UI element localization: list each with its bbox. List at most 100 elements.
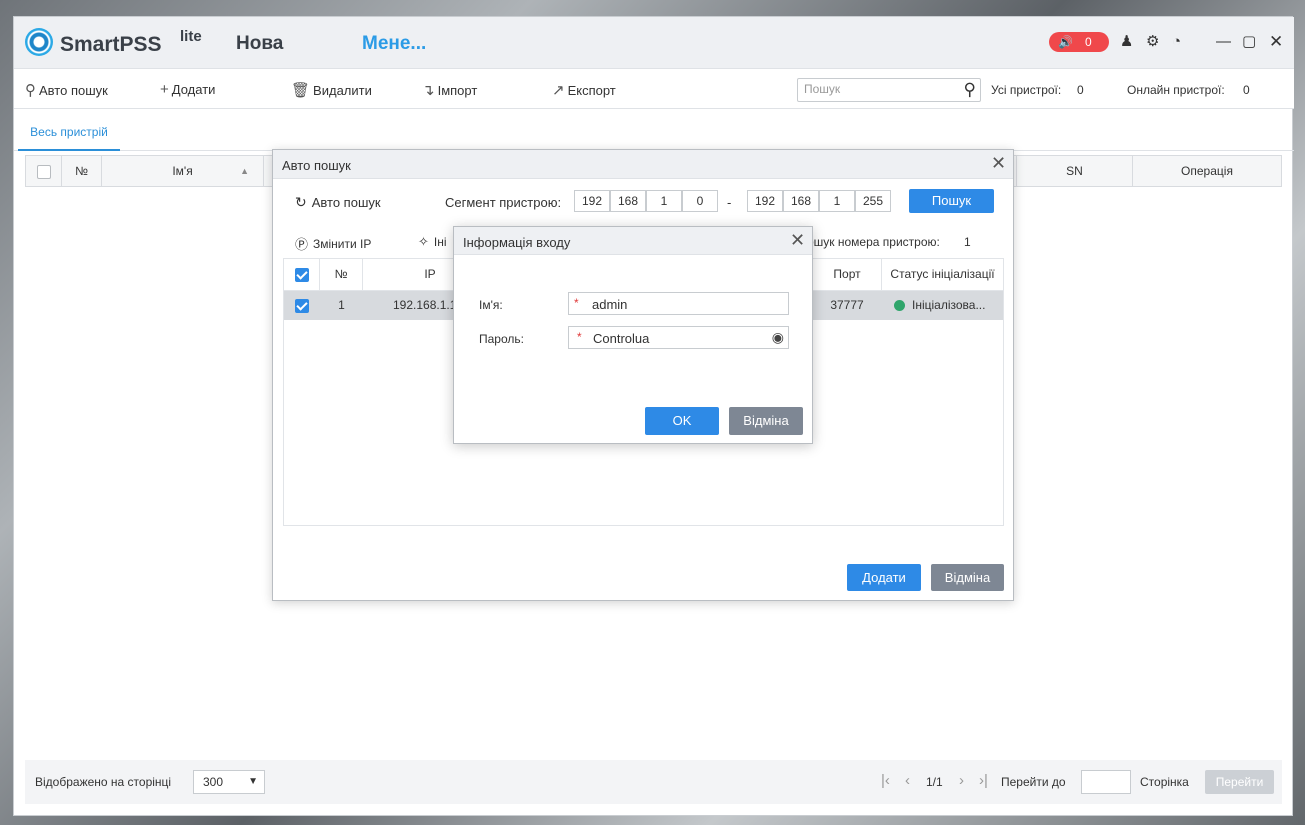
ip-from-octet-4[interactable]: 0 (682, 190, 718, 212)
refresh-search-button[interactable]: ↻ Авто пошук (295, 194, 381, 211)
speaker-icon: 🔊 (1058, 35, 1073, 49)
segment-label: Сегмент пристрою: (445, 195, 562, 210)
initialize-icon: ✧ (418, 234, 429, 249)
column-no: № (62, 156, 102, 186)
password-value: Controlua (593, 331, 650, 346)
per-page-select[interactable]: 300 ▼ (193, 770, 265, 794)
toolbar: ⚲ Авто пошук + Додати 🗑 Видалити ↴ Імпор… (14, 69, 1294, 109)
gear-icon[interactable]: ⚙ (1146, 34, 1159, 50)
results-column-port: Порт (812, 259, 882, 290)
login-info-dialog: Інформація входу ✕ Ім'я: * admin Пароль:… (453, 226, 813, 444)
cancel-button[interactable]: Відміна (729, 407, 803, 435)
app-logo-icon (25, 28, 53, 56)
ip-icon: Ⓟ (295, 237, 309, 252)
row-port: 37777 (830, 298, 864, 312)
alarm-button[interactable]: 🔊 0 (1049, 32, 1109, 52)
close-icon[interactable]: ✕ (790, 231, 805, 249)
export-button[interactable]: ↗ Експорт (552, 81, 616, 99)
dialog-title: Інформація входу (463, 235, 571, 250)
row-checkbox[interactable] (295, 298, 309, 313)
cancel-button[interactable]: Відміна (931, 564, 1004, 591)
column-name-label: Ім'я (172, 164, 193, 178)
delete-button[interactable]: 🗑 Видалити (291, 81, 372, 99)
tab-all-devices[interactable]: Весь пристрій (18, 109, 120, 151)
maximize-icon[interactable]: ▢ (1242, 34, 1256, 50)
import-button[interactable]: ↴ Імпорт (422, 81, 477, 99)
auto-search-dialog-titlebar: Авто пошук ✕ (273, 150, 1013, 179)
change-ip-label: Змінити IP (313, 236, 372, 251)
goto-button[interactable]: Перейти (1205, 770, 1274, 794)
online-devices-label: Онлайн пристрої: (1127, 83, 1225, 97)
results-column-no: № (320, 259, 363, 290)
per-page-label: Відображено на сторінці (35, 775, 172, 789)
tab-new[interactable]: Нова (236, 33, 283, 55)
search-count: 1 (964, 235, 971, 249)
ip-to-octet-2[interactable]: 168 (783, 190, 819, 212)
import-label: Імпорт (437, 82, 478, 98)
ip-from-octet-3[interactable]: 1 (646, 190, 682, 212)
tab-device-manager[interactable]: Мене... (362, 33, 426, 55)
auto-search-label: Авто пошук (39, 82, 108, 98)
dialog-title: Авто пошук (282, 158, 351, 173)
all-devices-count: 0 (1077, 83, 1084, 97)
ip-from-octet-1[interactable]: 192 (574, 190, 610, 212)
column-name[interactable]: Ім'я ▲ (102, 156, 264, 186)
page-info: 1/1 (926, 775, 943, 789)
close-icon[interactable]: ✕ (1269, 33, 1283, 50)
refresh-search-label: Авто пошук (311, 195, 381, 210)
row-status: Ініціалізова... (912, 298, 986, 312)
add-button[interactable]: + Додати (160, 81, 215, 98)
sort-asc-icon: ▲ (240, 166, 249, 176)
pagination-footer: Відображено на сторінці 300 ▼ |‹ ‹ 1/1 ›… (25, 760, 1282, 804)
search-icon: ⚲ (25, 82, 36, 99)
ip-to-octet-4[interactable]: 255 (855, 190, 891, 212)
select-all-cell (26, 156, 62, 186)
goto-page-input[interactable] (1081, 770, 1131, 794)
app-suffix: lite (180, 28, 202, 45)
add-label: Додати (171, 82, 216, 97)
ip-to-octet-1[interactable]: 192 (747, 190, 783, 212)
prev-page-icon[interactable]: ‹ (905, 772, 910, 789)
auto-search-button[interactable]: ⚲ Авто пошук (25, 81, 108, 99)
row-status-cell: Ініціалізова... (882, 291, 1003, 320)
search-count-label: ошук номера пристрою: (807, 235, 940, 249)
required-mark: * (577, 330, 582, 344)
change-ip-button[interactable]: Ⓟ Змінити IP (295, 234, 371, 253)
password-field[interactable]: * Controlua ◉ (568, 326, 789, 349)
last-page-icon[interactable]: ›| (979, 772, 988, 789)
add-button[interactable]: Додати (847, 564, 921, 591)
ok-button[interactable]: OK (645, 407, 719, 435)
username-label: Ім'я: (479, 298, 503, 312)
import-icon: ↴ (422, 82, 435, 99)
ip-from-octet-2[interactable]: 168 (610, 190, 646, 212)
row-no: 1 (338, 298, 345, 312)
export-icon: ↗ (552, 82, 565, 99)
results-select-all-checkbox[interactable] (294, 267, 309, 282)
user-icon[interactable]: ♟ (1120, 34, 1133, 50)
performance-gauge-icon[interactable]: ◔ (1172, 34, 1181, 50)
initialize-button[interactable]: ✧ Іні (418, 234, 447, 250)
initialize-label: Іні (433, 235, 447, 249)
search-input[interactable] (804, 82, 944, 96)
online-devices-count: 0 (1243, 83, 1250, 97)
results-column-init-status: Статус ініціалізації (890, 267, 995, 281)
all-devices-label: Усі пристрої: (991, 83, 1062, 97)
password-label: Пароль: (479, 332, 524, 346)
login-dialog-titlebar: Інформація входу ✕ (454, 227, 812, 255)
next-page-icon[interactable]: › (959, 772, 964, 789)
select-all-checkbox[interactable] (36, 164, 51, 179)
username-field[interactable]: * admin (568, 292, 789, 315)
ip-to-octet-3[interactable]: 1 (819, 190, 855, 212)
app-name: SmartPSS (60, 33, 162, 56)
plus-icon: + (160, 81, 169, 98)
range-dash: - (727, 195, 732, 210)
title-bar: SmartPSS lite Нова Мене... 🔊 0 ♟ ⚙ ◔ — ▢… (14, 17, 1294, 69)
close-icon[interactable]: ✕ (991, 154, 1006, 172)
minimize-icon[interactable]: — (1216, 34, 1231, 50)
username-value: admin (592, 297, 628, 312)
search-icon[interactable]: ⚲ (964, 80, 976, 100)
device-search-box: ⚲ (797, 78, 981, 102)
first-page-icon[interactable]: |‹ (881, 772, 890, 789)
search-button[interactable]: Пошук (909, 189, 994, 213)
eye-icon[interactable]: ◉ (772, 329, 784, 346)
